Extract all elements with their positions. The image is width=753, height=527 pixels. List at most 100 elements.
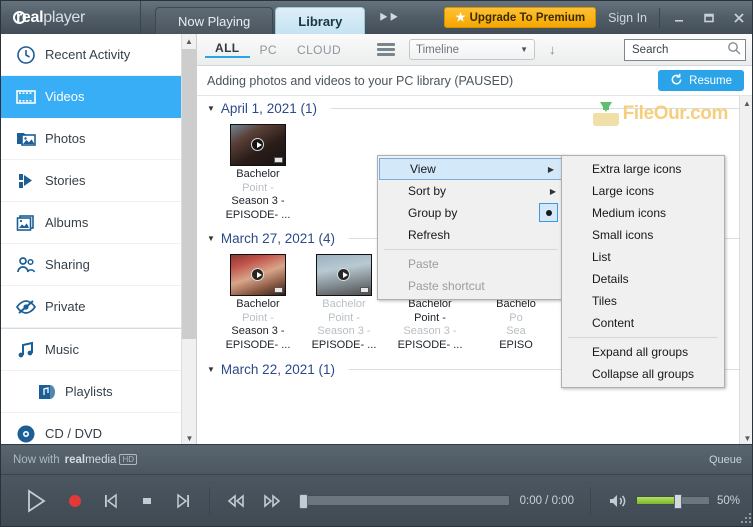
context-menu-item-view[interactable]: View ▶ bbox=[379, 158, 563, 180]
stop-button[interactable] bbox=[129, 493, 165, 509]
context-menu-item-sort-by[interactable]: Sort by ▶ bbox=[378, 180, 564, 202]
video-thumbnail[interactable] bbox=[316, 254, 372, 296]
rewind-button[interactable] bbox=[218, 492, 254, 510]
volume-slider[interactable] bbox=[636, 496, 710, 505]
context-menu-item-refresh[interactable]: Refresh bbox=[378, 224, 564, 246]
seek-bar[interactable]: 0:00 / 0:00 bbox=[298, 495, 574, 507]
sidebar-item-private[interactable]: Private bbox=[1, 286, 196, 328]
sidebar-item-label: Photos bbox=[45, 131, 85, 146]
view-submenu-item-details[interactable]: Details bbox=[562, 268, 724, 290]
filter-toolbar: ALL PC CLOUD Timeline ▼ ↓ Search bbox=[197, 34, 753, 66]
group-by-select[interactable]: Timeline ▼ bbox=[409, 39, 535, 60]
upgrade-to-premium-button[interactable]: ★Upgrade To Premium bbox=[444, 7, 596, 28]
menu-item-label: Medium icons bbox=[592, 206, 666, 220]
chevron-down-icon: ▼ bbox=[520, 45, 528, 54]
sidebar-scroll-thumb[interactable] bbox=[182, 49, 197, 339]
collapse-triangle-icon[interactable]: ▼ bbox=[207, 365, 215, 374]
sidebar-item-stories[interactable]: Stories bbox=[1, 160, 196, 202]
queue-button[interactable]: Queue bbox=[709, 454, 742, 466]
stories-icon bbox=[15, 170, 45, 192]
view-submenu-item-expand-all-groups[interactable]: Expand all groups bbox=[562, 341, 724, 363]
sidebar-item-videos[interactable]: Videos bbox=[1, 76, 196, 118]
volume-handle[interactable] bbox=[674, 494, 682, 509]
filter-chip-cloud[interactable]: CLOUD bbox=[287, 43, 351, 57]
grid-scrollbar[interactable]: ▲ ▼ bbox=[739, 96, 753, 446]
search-icon[interactable] bbox=[727, 41, 741, 58]
view-submenu-item-extra-large-icons[interactable]: Extra large icons bbox=[562, 158, 724, 180]
media-item[interactable]: Bachelor Point - Season 3 - EPISODE- ... bbox=[217, 254, 299, 352]
sidebar-item-albums[interactable]: Albums bbox=[1, 202, 196, 244]
caption-line: Season 3 - bbox=[389, 325, 471, 339]
resume-button[interactable]: Resume bbox=[658, 70, 744, 91]
fileour-watermark: FileOur.com bbox=[593, 102, 728, 126]
sidebar-item-label: CD / DVD bbox=[45, 426, 102, 441]
logo-circle-icon bbox=[13, 11, 26, 24]
sidebar-item-recent-activity[interactable]: Recent Activity bbox=[1, 34, 196, 76]
minimize-button[interactable] bbox=[664, 1, 694, 34]
collapse-triangle-icon[interactable]: ▼ bbox=[207, 104, 215, 113]
sidebar-item-music[interactable]: Music bbox=[1, 329, 196, 371]
sidebar-item-label: Albums bbox=[45, 215, 88, 230]
view-submenu-item-content[interactable]: Content bbox=[562, 312, 724, 334]
group-title: March 22, 2021 (1) bbox=[221, 362, 335, 377]
play-button[interactable] bbox=[15, 489, 57, 513]
next-button[interactable] bbox=[165, 492, 201, 510]
view-submenu-item-list[interactable]: List bbox=[562, 246, 724, 268]
previous-button[interactable] bbox=[93, 492, 129, 510]
media-item[interactable]: Bachelor Point - Season 3 - EPISODE- ... bbox=[303, 254, 385, 352]
sign-in-button[interactable]: Sign In bbox=[604, 8, 660, 28]
filter-chip-pc[interactable]: PC bbox=[250, 43, 287, 57]
view-submenu-item-large-icons[interactable]: Large icons bbox=[562, 180, 724, 202]
sidebar-item-label: Playlists bbox=[65, 384, 113, 399]
scroll-up-icon[interactable]: ▲ bbox=[740, 96, 753, 111]
video-thumbnail[interactable] bbox=[230, 254, 286, 296]
medium-icons-radio-icon bbox=[539, 203, 558, 222]
media-item[interactable]: Bachelor Point - Season 3 - EPISODE- ... bbox=[217, 124, 299, 222]
seek-handle[interactable] bbox=[299, 494, 308, 509]
sidebar-scrollbar[interactable]: ▲ ▼ bbox=[181, 34, 196, 446]
star-icon: ★ bbox=[455, 12, 465, 24]
download-arrow-icon[interactable]: ↓ bbox=[549, 42, 556, 57]
caption-line: Season 3 - bbox=[217, 325, 299, 339]
view-submenu-item-tiles[interactable]: Tiles bbox=[562, 290, 724, 312]
tab-library[interactable]: Library bbox=[275, 7, 365, 34]
volume-fill bbox=[637, 497, 677, 504]
close-button[interactable] bbox=[724, 1, 753, 34]
menu-item-label: Paste shortcut bbox=[408, 279, 485, 293]
view-submenu-item-small-icons[interactable]: Small icons bbox=[562, 224, 724, 246]
collapse-triangle-icon[interactable]: ▼ bbox=[207, 234, 215, 243]
context-menu-item-group-by[interactable]: Group by ▶ bbox=[378, 202, 564, 224]
sidebar-item-sharing[interactable]: Sharing bbox=[1, 244, 196, 286]
filter-chip-all[interactable]: ALL bbox=[205, 41, 250, 58]
realmedia-brand: realmedia bbox=[65, 454, 117, 466]
sidebar-item-photos[interactable]: Photos bbox=[1, 118, 196, 160]
menu-item-label: Expand all groups bbox=[592, 345, 688, 359]
search-input[interactable]: Search bbox=[624, 39, 746, 61]
record-button[interactable] bbox=[57, 493, 93, 509]
status-message: Adding photos and videos to your PC libr… bbox=[207, 74, 513, 88]
sidebar-item-label: Sharing bbox=[45, 257, 90, 272]
scroll-up-icon[interactable]: ▲ bbox=[182, 34, 196, 49]
volume-percent: 50% bbox=[717, 495, 740, 507]
video-thumbnail[interactable] bbox=[230, 124, 286, 166]
tab-now-playing[interactable]: Now Playing bbox=[155, 7, 273, 34]
sidebar-item-playlists[interactable]: Playlists bbox=[1, 371, 196, 413]
seek-track[interactable] bbox=[298, 495, 510, 506]
refresh-icon bbox=[670, 73, 683, 89]
play-overlay-icon bbox=[337, 268, 350, 281]
caption-line: Season 3 - bbox=[217, 195, 299, 209]
speaker-icon[interactable] bbox=[605, 492, 629, 510]
library-status-bar: Adding photos and videos to your PC libr… bbox=[197, 66, 753, 96]
view-submenu-item-medium-icons[interactable]: Medium icons bbox=[562, 202, 724, 224]
view-submenu-item-collapse-all-groups[interactable]: Collapse all groups bbox=[562, 363, 724, 385]
maximize-button[interactable] bbox=[694, 1, 724, 34]
media-caption: Bachelor Point - Season 3 - EPISODE- ... bbox=[389, 298, 471, 352]
double-chevron-right-icon[interactable]: ⯈⯈ bbox=[367, 1, 409, 34]
resize-grip[interactable] bbox=[740, 512, 752, 524]
sidebar-item-cd-dvd[interactable]: CD / DVD bbox=[1, 413, 196, 446]
hamburger-icon[interactable] bbox=[377, 41, 395, 58]
fast-forward-button[interactable] bbox=[254, 492, 290, 510]
titlebar-spacer bbox=[409, 1, 444, 34]
transport-controls: 0:00 / 0:00 50% bbox=[1, 475, 753, 526]
menu-item-label: Sort by bbox=[408, 184, 446, 198]
